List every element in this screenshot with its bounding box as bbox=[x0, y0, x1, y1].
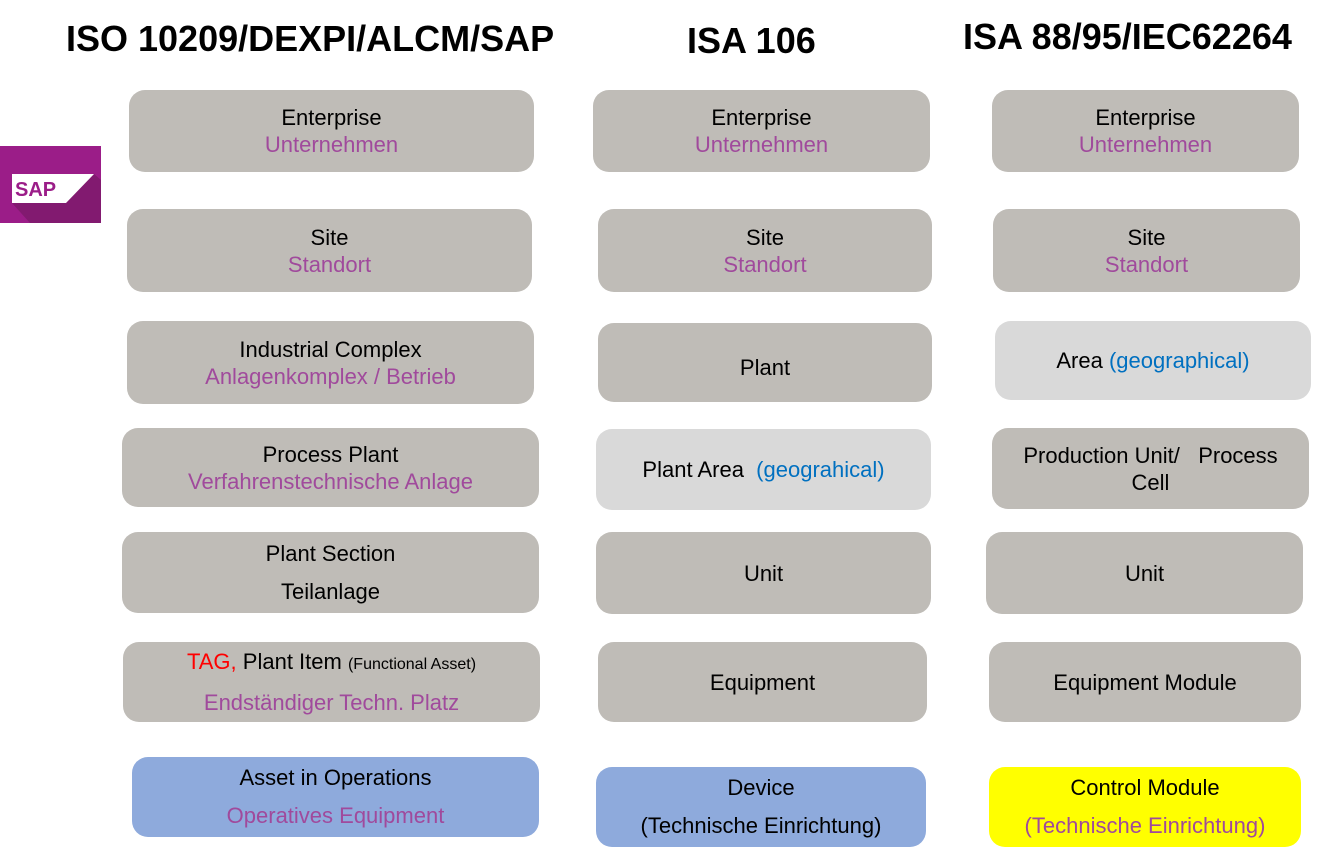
isa88-equipment-module-box: Equipment Module bbox=[989, 642, 1301, 722]
label-note: (geograhical) bbox=[756, 457, 885, 482]
label-en: Enterprise bbox=[1095, 105, 1196, 130]
isa88-unit-box: Unit bbox=[986, 532, 1303, 614]
plant-area-line: Plant Area (geograhical) bbox=[642, 456, 884, 483]
label-note: (geographical) bbox=[1108, 348, 1250, 373]
plant-item-line: TAG, Plant Item (Functional Asset) bbox=[187, 643, 476, 684]
isa106-equipment-box: Equipment bbox=[598, 642, 927, 722]
column-title-iso: ISO 10209/DEXPI/ALCM/SAP bbox=[66, 18, 555, 59]
column-title-isa88: ISA 88/95/IEC62264 bbox=[963, 16, 1292, 57]
label-en: Plant Area bbox=[642, 457, 744, 482]
iso-industrial-complex-box: Industrial Complex Anlagenkomplex / Betr… bbox=[127, 321, 534, 404]
iso-plant-item-box: TAG, Plant Item (Functional Asset) Endst… bbox=[123, 642, 540, 722]
label-de: Endständiger Techn. Platz bbox=[203, 689, 460, 715]
sap-logo-icon: SAP bbox=[0, 146, 101, 223]
isa106-unit-box: Unit bbox=[596, 532, 931, 614]
label-en: Process Plant bbox=[262, 441, 399, 467]
label-de: Teilanlage bbox=[280, 578, 381, 604]
label-de: Standort bbox=[723, 251, 807, 277]
label-de: Anlagenkomplex / Betrieb bbox=[205, 363, 456, 389]
column-title-isa106: ISA 106 bbox=[687, 20, 816, 61]
label-en: Industrial Complex bbox=[239, 336, 422, 362]
label-de: Standort bbox=[287, 251, 372, 277]
label-en: Unit bbox=[743, 560, 784, 586]
iso-asset-ops-box: Asset in Operations Operatives Equipment bbox=[132, 757, 539, 837]
label-en: Plant bbox=[739, 355, 791, 380]
label-en: Site bbox=[310, 224, 349, 250]
label-en: Asset in Operations bbox=[239, 765, 432, 790]
isa88-control-module-box: Control Module (Technische Einrichtung) bbox=[989, 767, 1301, 847]
label-de: Standort bbox=[1104, 251, 1189, 277]
isa88-enterprise-box: Enterprise Unternehmen bbox=[992, 90, 1299, 172]
isa106-device-box: Device (Technische Einrichtung) bbox=[596, 767, 926, 847]
iso-plant-section-box: Plant Section Teilanlage bbox=[122, 532, 539, 613]
label-de: Operatives Equipment bbox=[226, 803, 445, 828]
label-en: Site bbox=[1127, 224, 1166, 250]
area-line: Area (geographical) bbox=[1056, 347, 1249, 374]
label-en: Control Module bbox=[1070, 775, 1220, 800]
sap-logo-text: SAP bbox=[15, 179, 56, 201]
iso-process-plant-box: Process Plant Verfahrenstechnische Anlag… bbox=[122, 428, 539, 507]
isa88-production-unit-box: Production Unit/ Process Cell bbox=[992, 428, 1309, 509]
isa106-plant-area-box: Plant Area (geograhical) bbox=[596, 429, 931, 510]
label-de: Verfahrenstechnische Anlage bbox=[188, 468, 473, 494]
isa88-area-box: Area (geographical) bbox=[995, 321, 1311, 400]
label-line2: Cell bbox=[1131, 469, 1170, 495]
label-line1: Production Unit/ Process bbox=[1023, 442, 1278, 468]
tag-label: TAG, bbox=[186, 648, 237, 674]
label-en: Device bbox=[727, 775, 795, 800]
label-en: Plant Section bbox=[265, 540, 396, 566]
label-en: Equipment bbox=[709, 669, 816, 695]
label-de: Unternehmen bbox=[694, 132, 829, 157]
label-de: (Technische Einrichtung) bbox=[640, 813, 882, 838]
label-en: Enterprise bbox=[711, 105, 812, 130]
label-note: (Functional Asset) bbox=[347, 655, 477, 673]
isa106-site-box: Site Standort bbox=[598, 209, 932, 292]
isa106-enterprise-box: Enterprise Unternehmen bbox=[593, 90, 930, 172]
label-en: Equipment Module bbox=[1053, 669, 1237, 695]
isa106-plant-box: Plant bbox=[598, 323, 932, 402]
isa88-site-box: Site Standort bbox=[993, 209, 1300, 292]
label-de: Unternehmen bbox=[264, 132, 399, 157]
label-en: Site bbox=[746, 224, 784, 250]
label-de: (Technische Einrichtung) bbox=[1024, 813, 1266, 838]
label-en: Unit bbox=[1124, 560, 1165, 586]
label-en: Enterprise bbox=[281, 105, 382, 130]
label-de: Unternehmen bbox=[1078, 132, 1213, 157]
iso-enterprise-box: Enterprise Unternehmen bbox=[129, 90, 534, 172]
label-en: Area bbox=[1056, 348, 1103, 373]
label-en: Plant Item bbox=[242, 648, 342, 674]
iso-site-box: Site Standort bbox=[127, 209, 532, 292]
